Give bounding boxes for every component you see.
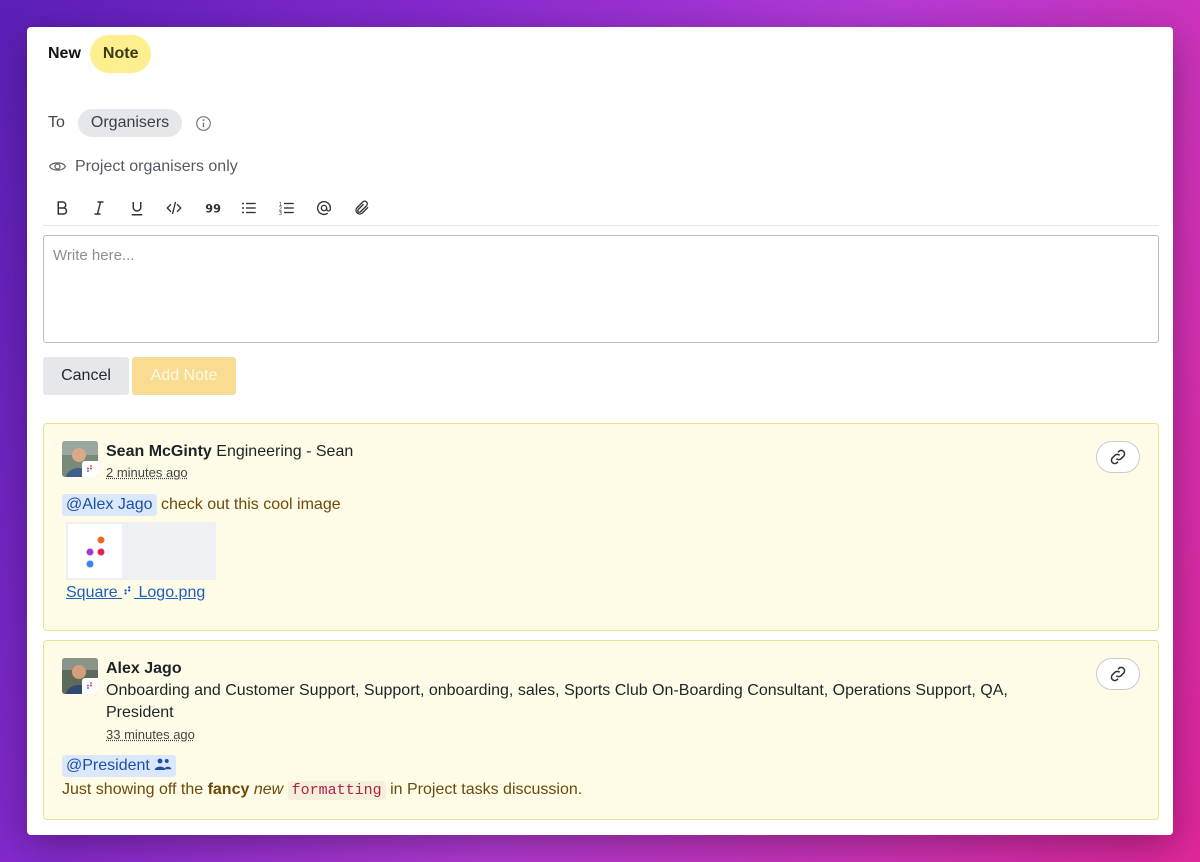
author-name: Alex Jago	[106, 660, 182, 677]
code-icon[interactable]	[156, 193, 194, 223]
add-note-button[interactable]: Add Note	[132, 357, 236, 395]
svg-text:99: 99	[205, 202, 221, 215]
attachment-thumbnail[interactable]	[66, 522, 216, 580]
text-bold: fancy	[207, 781, 250, 798]
avatar	[62, 441, 98, 477]
note-body: @Alex Jago check out this cool image	[62, 494, 341, 516]
note-text: check out this cool image	[160, 496, 341, 513]
author-role: Onboarding and Customer Support, Support…	[106, 682, 1008, 699]
org-badge-icon	[82, 678, 98, 694]
title-prefix: New	[48, 45, 81, 62]
avatar	[62, 658, 98, 694]
bold-icon[interactable]	[43, 193, 81, 223]
note-time[interactable]: 33 minutes ago	[106, 727, 195, 742]
bullet-list-icon[interactable]	[231, 193, 269, 223]
note-text: Just showing off the fancy new formattin…	[62, 779, 582, 802]
note-editor[interactable]: Write here...	[43, 235, 1159, 343]
group-icon	[155, 758, 172, 770]
note-body: @President	[62, 755, 177, 777]
svg-text:3: 3	[279, 210, 282, 216]
copy-link-button[interactable]	[1096, 441, 1140, 473]
format-toolbar: 99 123	[43, 190, 1159, 226]
note-time[interactable]: 2 minutes ago	[106, 465, 188, 480]
link-icon	[1110, 666, 1126, 682]
attachment-name-part: Square	[66, 584, 118, 601]
author-role: Engineering - Sean	[216, 443, 354, 460]
note-item: Alex Jago Onboarding and Customer Suppor…	[43, 640, 1159, 820]
cancel-button[interactable]: Cancel	[43, 357, 129, 395]
note-author-line: Alex Jago Onboarding and Customer Suppor…	[106, 658, 1008, 724]
author-role-cont: President	[106, 704, 174, 721]
new-note-panel: New Note To Organisers Project organiser…	[27, 27, 1173, 835]
visibility-label: Project organisers only	[75, 157, 238, 175]
panel-title: New Note	[48, 35, 152, 73]
note-author-line: Sean McGinty Engineering - Sean	[106, 441, 353, 463]
title-badge: Note	[89, 35, 152, 73]
attachment-name-ext: Logo.png	[138, 584, 206, 601]
eye-icon	[48, 162, 67, 171]
numbered-list-icon[interactable]: 123	[268, 193, 306, 223]
note-item: Sean McGinty Engineering - Sean 2 minute…	[43, 423, 1159, 631]
underline-icon[interactable]	[118, 193, 156, 223]
attachment-link[interactable]: Square Logo.png	[66, 584, 205, 602]
attach-icon[interactable]	[343, 193, 381, 223]
info-icon[interactable]	[195, 115, 212, 132]
visibility-row: Project organisers only	[48, 157, 238, 176]
file-logo-icon	[122, 584, 138, 601]
text-code: formatting	[287, 781, 386, 800]
mention-label: @President	[66, 757, 150, 774]
copy-link-button[interactable]	[1096, 658, 1140, 690]
editor-placeholder: Write here...	[53, 247, 135, 264]
text-plain-end: in Project tasks discussion.	[390, 781, 583, 798]
italic-icon[interactable]	[81, 193, 119, 223]
recipient-row: To Organisers	[48, 109, 212, 137]
author-name: Sean McGinty	[106, 443, 212, 460]
quote-icon[interactable]: 99	[193, 193, 231, 223]
mention-chip[interactable]: @President	[62, 755, 177, 777]
mention-chip[interactable]: @Alex Jago	[62, 494, 157, 516]
text-italic: new	[253, 781, 284, 798]
to-label: To	[48, 114, 65, 131]
link-icon	[1110, 449, 1126, 465]
org-badge-icon	[82, 461, 98, 477]
mention-icon[interactable]	[306, 193, 344, 223]
recipient-chip[interactable]: Organisers	[77, 109, 183, 137]
text-plain: Just showing off the	[62, 781, 204, 798]
